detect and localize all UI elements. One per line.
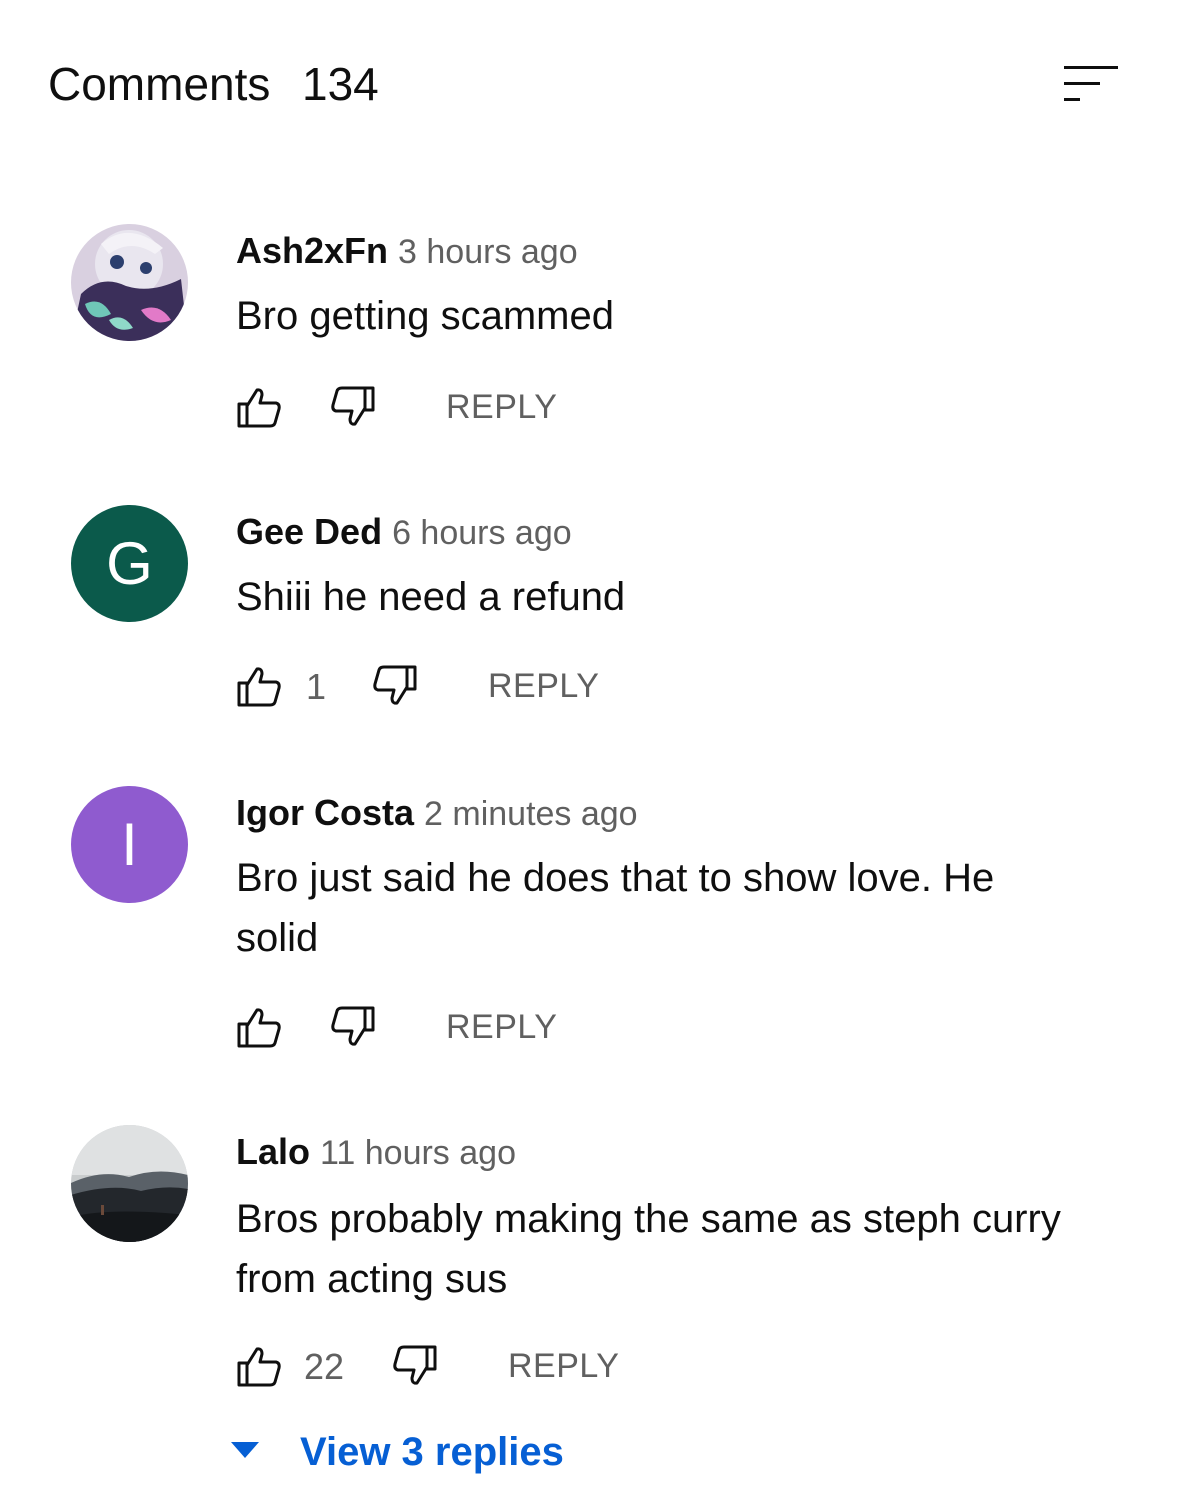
thumbs-up-icon bbox=[237, 667, 281, 707]
thumbs-down-icon bbox=[331, 1006, 375, 1046]
like-button[interactable] bbox=[236, 1004, 282, 1050]
thumbs-down-icon bbox=[373, 665, 417, 705]
sort-icon bbox=[1064, 66, 1118, 101]
avatar[interactable]: I bbox=[71, 786, 188, 903]
comment-time[interactable]: 11 hours ago bbox=[320, 1134, 516, 1172]
dislike-button[interactable] bbox=[372, 663, 418, 709]
thumbs-down-icon bbox=[393, 1345, 437, 1385]
like-count: 1 bbox=[306, 666, 327, 707]
like-button[interactable] bbox=[236, 384, 282, 430]
comment-text: Bro just said he does that to show love.… bbox=[236, 856, 995, 960]
like-button[interactable] bbox=[236, 663, 282, 709]
dislike-button[interactable] bbox=[330, 1004, 376, 1050]
thumbs-down-icon bbox=[331, 386, 375, 426]
thumbs-up-icon bbox=[237, 1008, 281, 1048]
caret-down-icon bbox=[231, 1442, 259, 1458]
comment-meta: Lalo 11 hours ago bbox=[236, 1127, 516, 1177]
comment-meta: Ash2xFn 3 hours ago bbox=[236, 226, 578, 276]
comment-text: Bro getting scammed bbox=[236, 294, 614, 338]
avatar-letter: G bbox=[106, 529, 153, 597]
reply-button[interactable]: REPLY bbox=[488, 663, 599, 709]
comments-title: Comments bbox=[48, 58, 271, 110]
like-button[interactable] bbox=[236, 1343, 282, 1389]
comments-count: 134 bbox=[302, 58, 379, 110]
comment-author[interactable]: Gee Ded bbox=[236, 511, 382, 552]
sort-button[interactable] bbox=[1062, 60, 1120, 108]
comment-meta: Igor Costa 2 minutes ago bbox=[236, 788, 638, 838]
comment-time[interactable]: 2 minutes ago bbox=[424, 795, 638, 833]
anime-avatar-image bbox=[71, 224, 188, 341]
comment-text: Shiii he need a refund bbox=[236, 575, 626, 619]
avatar[interactable] bbox=[71, 1125, 188, 1242]
comment-author[interactable]: Ash2xFn bbox=[236, 230, 388, 271]
view-replies-label: View 3 replies bbox=[300, 1430, 564, 1474]
comment-time[interactable]: 6 hours ago bbox=[392, 514, 572, 552]
reply-button[interactable]: REPLY bbox=[446, 384, 557, 430]
comments-header: Comments 134 bbox=[48, 56, 1148, 116]
avatar-letter: I bbox=[121, 810, 138, 878]
landscape-avatar-image bbox=[71, 1125, 188, 1242]
reply-button[interactable]: REPLY bbox=[508, 1343, 619, 1389]
dislike-button[interactable] bbox=[392, 1343, 438, 1389]
comment-time[interactable]: 3 hours ago bbox=[398, 233, 578, 271]
like-count: 22 bbox=[304, 1346, 345, 1387]
comment-text: Bros probably making the same as steph c… bbox=[236, 1197, 1061, 1301]
comment-author[interactable]: Igor Costa bbox=[236, 792, 414, 833]
avatar[interactable] bbox=[71, 224, 188, 341]
thumbs-up-icon bbox=[237, 388, 281, 428]
comment-meta: Gee Ded 6 hours ago bbox=[236, 507, 572, 557]
dislike-button[interactable] bbox=[330, 384, 376, 430]
reply-button[interactable]: REPLY bbox=[446, 1004, 557, 1050]
thumbs-up-icon bbox=[237, 1347, 281, 1387]
comment-author[interactable]: Lalo bbox=[236, 1131, 310, 1172]
avatar[interactable]: G bbox=[71, 505, 188, 622]
